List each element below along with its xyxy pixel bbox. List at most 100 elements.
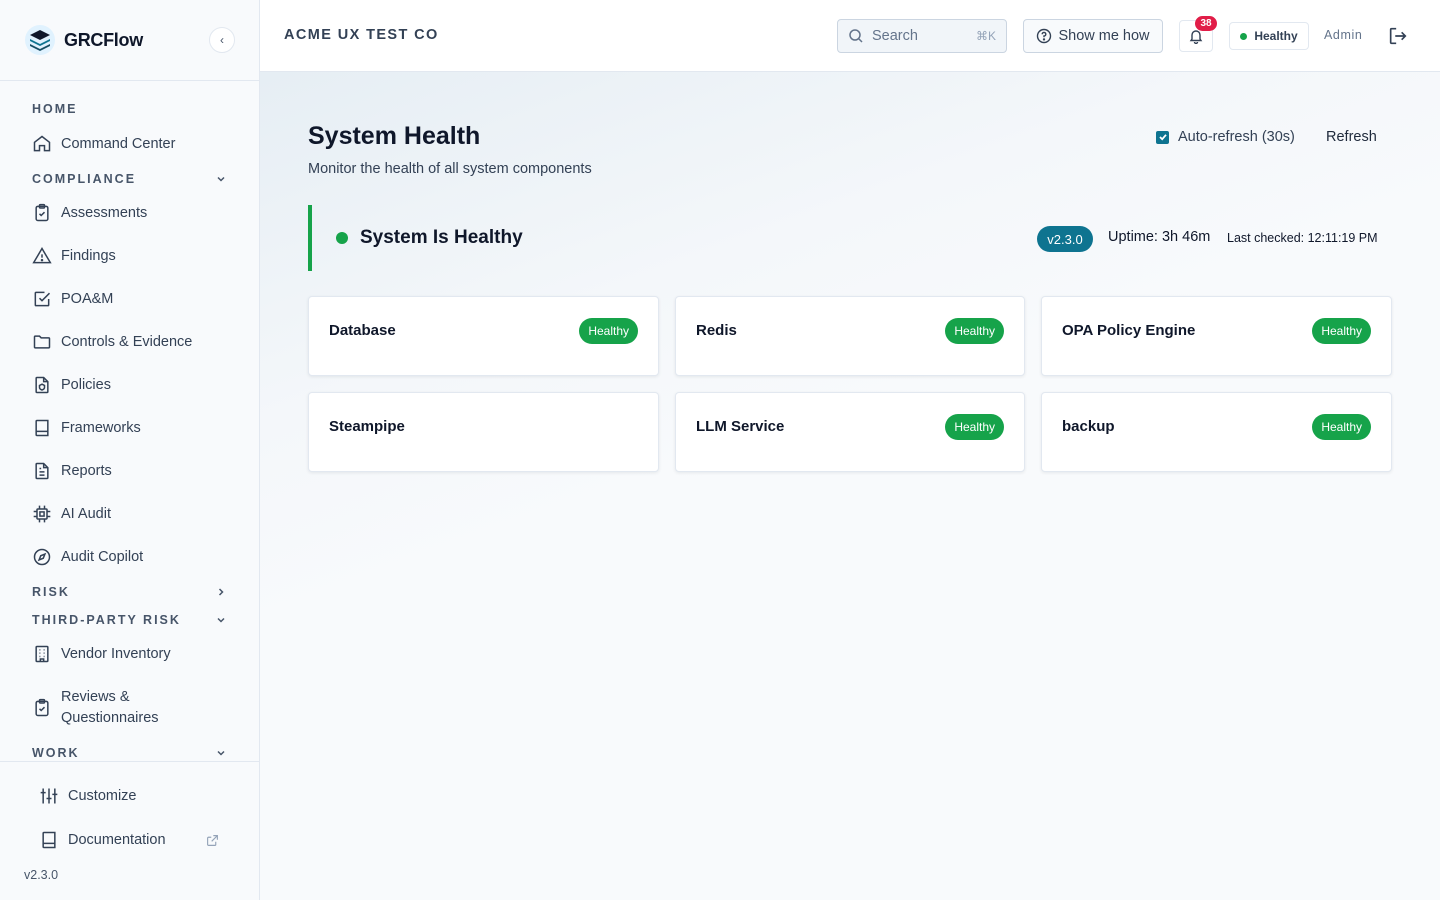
sidebar-item-label: Reports	[61, 463, 112, 479]
notification-count-badge: 38	[1195, 16, 1217, 31]
component-card-llm-service[interactable]: LLM Service Healthy	[675, 392, 1025, 472]
sidebar-item-audit-copilot[interactable]: Audit Copilot	[32, 547, 239, 567]
component-name: OPA Policy Engine	[1062, 322, 1196, 339]
folder-icon	[33, 335, 51, 349]
health-dot	[1240, 32, 1248, 40]
collapse-sidebar-button[interactable]: ‹	[209, 27, 235, 53]
version-badge: v2.3.0	[1037, 226, 1093, 252]
file-shield-icon	[35, 376, 49, 394]
sidebar-item-reviews-questionnaires[interactable]: Reviews & Questionnaires	[32, 687, 182, 729]
status-indicator-dot	[336, 232, 348, 244]
section-label: RISK	[32, 585, 70, 599]
book-icon	[35, 419, 49, 437]
component-card-redis[interactable]: Redis Healthy	[675, 296, 1025, 376]
sidebar-item-command-center[interactable]: Command Center	[32, 134, 239, 154]
logout-icon[interactable]	[1387, 25, 1409, 47]
sidebar-item-poam[interactable]: POA&M	[32, 289, 239, 309]
warning-triangle-icon	[32, 247, 52, 264]
brand: GRCFlow ‹	[0, 0, 259, 81]
section-label: WORK	[32, 746, 80, 760]
section-third-party-risk[interactable]: THIRD-PARTY RISK	[32, 613, 227, 627]
chevron-right-icon	[218, 588, 224, 596]
refresh-button[interactable]: Refresh	[1326, 129, 1377, 145]
page-subtitle: Monitor the health of all system compone…	[308, 161, 592, 177]
status-badge: Healthy	[1312, 318, 1371, 344]
documentation-label: Documentation	[68, 832, 166, 848]
sidebar-item-label: Command Center	[61, 136, 176, 152]
component-name: LLM Service	[696, 418, 785, 435]
sidebar-item-label: Assessments	[61, 205, 148, 221]
section-label: HOME	[32, 102, 78, 116]
sidebar-item-assessments[interactable]: Assessments	[32, 203, 239, 223]
status-badge: Healthy	[1312, 414, 1371, 440]
last-checked: Last checked: 12:11:19 PM	[1227, 231, 1378, 245]
main-content: System Health Monitor the health of all …	[260, 72, 1440, 900]
sidebar-item-frameworks[interactable]: Frameworks	[32, 418, 239, 438]
search-placeholder: Search	[872, 28, 918, 44]
search-input[interactable]: Search ⌘K	[837, 19, 1007, 53]
user-menu[interactable]: Admin	[1324, 28, 1362, 42]
section-label: COMPLIANCE	[32, 172, 137, 186]
sidebar-item-label: Frameworks	[61, 420, 141, 436]
status-badge: Healthy	[579, 318, 638, 344]
sidebar-item-label: Audit Copilot	[61, 549, 144, 565]
auto-refresh-checkbox[interactable]	[1156, 130, 1169, 144]
section-work[interactable]: WORK	[32, 746, 227, 760]
checkmark-icon	[1158, 134, 1167, 141]
component-name: backup	[1062, 418, 1115, 435]
section-compliance[interactable]: COMPLIANCE	[32, 172, 227, 186]
customize-label: Customize	[68, 788, 137, 804]
sidebar-item-label: Reviews & Questionnaires	[61, 689, 159, 726]
sidebar-item-reports[interactable]: Reports	[32, 461, 239, 481]
auto-refresh-toggle[interactable]: Auto-refresh (30s)	[1156, 129, 1295, 145]
compass-icon	[33, 548, 51, 566]
sidebar-item-findings[interactable]: Findings	[32, 246, 239, 266]
chevron-left-icon: ‹	[220, 33, 224, 47]
component-name: Database	[329, 322, 396, 339]
component-name: Redis	[696, 322, 737, 339]
check-square-icon	[34, 291, 51, 307]
chevron-down-icon	[217, 750, 225, 756]
component-card-opa-policy-engine[interactable]: OPA Policy Engine Healthy	[1041, 296, 1392, 376]
component-card-backup[interactable]: backup Healthy	[1041, 392, 1392, 472]
section-risk[interactable]: RISK	[32, 585, 227, 599]
component-name: Steampipe	[329, 418, 405, 435]
uptime: Uptime: 3h 46m	[1108, 229, 1211, 245]
clipboard-check-icon	[35, 698, 49, 717]
sidebar-item-label: Controls & Evidence	[61, 334, 193, 350]
customize-button[interactable]: Customize	[39, 786, 137, 806]
sidebar-item-controls-evidence[interactable]: Controls & Evidence	[32, 332, 239, 352]
documentation-link[interactable]: Documentation	[39, 830, 166, 850]
sidebar-item-policies[interactable]: Policies	[32, 375, 239, 395]
show-me-how-button[interactable]: Show me how	[1023, 19, 1163, 53]
top-bar: ACME UX TEST CO Search ⌘K Show me how 38…	[260, 0, 1440, 72]
clipboard-check-icon	[35, 203, 49, 222]
status-text: System Is Healthy	[360, 227, 523, 248]
sidebar-item-label: Vendor Inventory	[61, 646, 171, 662]
sidebar-item-label: AI Audit	[61, 506, 111, 522]
sidebar-item-label: POA&M	[61, 291, 114, 307]
component-card-steampipe[interactable]: Steampipe	[308, 392, 659, 472]
sidebar-item-label: Findings	[61, 248, 116, 264]
auto-refresh-label: Auto-refresh (30s)	[1178, 129, 1295, 145]
building-icon	[35, 645, 49, 663]
search-shortcut: ⌘K	[975, 29, 996, 43]
system-status-banner: System Is Healthy v2.3.0 Uptime: 3h 46m …	[308, 205, 1388, 271]
chevron-down-icon	[217, 617, 225, 623]
status-badge: Healthy	[945, 318, 1004, 344]
health-status-button[interactable]: Healthy	[1229, 22, 1309, 50]
brand-name: GRCFlow	[64, 29, 143, 50]
sliders-icon	[40, 788, 58, 804]
search-icon	[849, 29, 863, 43]
external-link-icon	[207, 835, 218, 846]
component-card-database[interactable]: Database Healthy	[308, 296, 659, 376]
status-badge: Healthy	[945, 414, 1004, 440]
org-name: ACME UX TEST CO	[284, 27, 439, 43]
sidebar-item-ai-audit[interactable]: AI Audit	[32, 504, 239, 524]
help-label: Show me how	[1058, 28, 1150, 44]
sidebar-item-vendor-inventory[interactable]: Vendor Inventory	[32, 644, 239, 664]
file-text-icon	[35, 462, 49, 480]
sidebar-nav: HOME Command Center COMPLIANCE Assessmen…	[0, 81, 259, 761]
logo-icon	[25, 25, 55, 55]
sidebar-item-label: Policies	[61, 377, 111, 393]
